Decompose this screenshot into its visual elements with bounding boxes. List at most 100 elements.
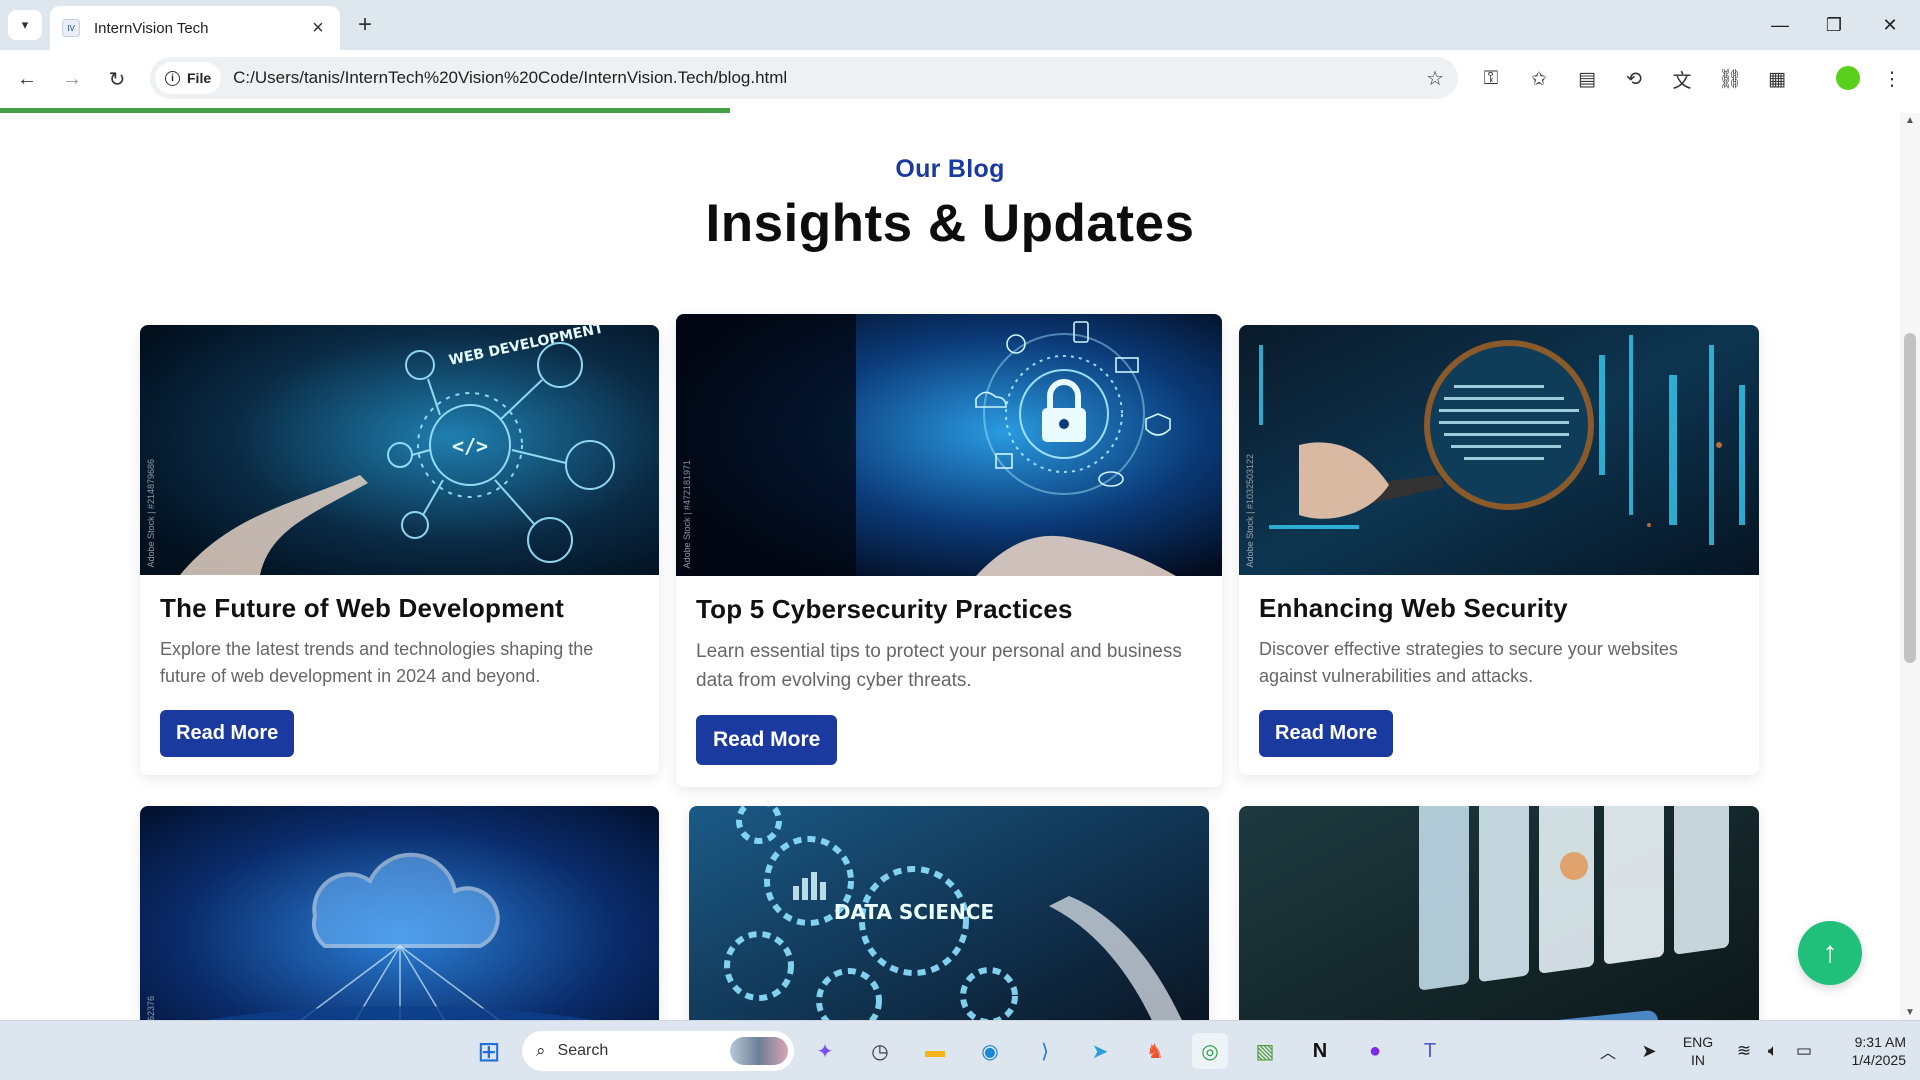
brave-browser-icon[interactable]: ♞ (1137, 1033, 1173, 1069)
language-indicator[interactable]: ENG IN (1678, 1033, 1718, 1069)
card-description: Discover effective strategies to secure … (1259, 639, 1678, 686)
cloud-illustration (140, 806, 659, 1020)
card-title: Enhancing Web Security (1259, 593, 1568, 623)
favorites-icon[interactable]: ✩ (1524, 64, 1554, 94)
edge-browser-icon[interactable]: ◉ (972, 1033, 1008, 1069)
tray-overflow-chevron-icon[interactable]: ︿ (1590, 1033, 1626, 1069)
web-security-illustration (1239, 325, 1759, 575)
blog-card-mobile-apps (1239, 806, 1759, 1020)
scroll-down-arrow-icon[interactable]: ▼ (1905, 1007, 1915, 1018)
read-more-button[interactable]: Read More (1259, 710, 1394, 757)
image-caption: DATA SCIENCE (834, 900, 994, 924)
language-line1: ENG (1682, 1034, 1714, 1050)
taskbar-search[interactable]: ⌕ Search (522, 1031, 794, 1071)
link-icon[interactable]: ⛓ (1715, 64, 1745, 94)
browser-tab-active[interactable]: IV InternVision Tech × (50, 6, 340, 50)
card-image-data-science: DATA SCIENCE (689, 806, 1209, 1020)
data-science-illustration: DATA SCIENCE (689, 806, 1209, 1020)
side-panel-icon[interactable]: ▦ (1762, 64, 1792, 94)
bookmark-star-icon[interactable]: ☆ (1426, 66, 1444, 91)
photos-app-icon[interactable]: ▧ (1247, 1033, 1283, 1069)
scheme-label: File (187, 70, 212, 86)
card-image-cloud: k | #507662376 (140, 806, 659, 1020)
read-more-button[interactable]: Read More (696, 715, 838, 765)
file-explorer-icon[interactable]: ▬ (917, 1033, 953, 1069)
canva-icon[interactable]: ● (1357, 1033, 1393, 1069)
site-info-chip[interactable]: i File (155, 62, 222, 94)
profile-avatar[interactable] (1836, 66, 1860, 90)
card-body: Top 5 Cybersecurity Practices Learn esse… (676, 576, 1222, 783)
clock-app-icon[interactable]: ◷ (862, 1033, 898, 1069)
reload-button[interactable]: ↻ (102, 64, 132, 94)
card-description: Explore the latest trends and technologi… (160, 639, 594, 686)
windows-start-icon[interactable]: ⊞ (471, 1033, 507, 1069)
minimize-button[interactable]: — (1752, 0, 1808, 50)
translate-icon[interactable]: 文 (1667, 64, 1697, 94)
address-bar[interactable]: i File C:/Users/tanis/InternTech%20Visio… (150, 57, 1458, 99)
cybersecurity-illustration (676, 314, 1222, 576)
browser-tabstrip: ▾ IV InternVision Tech × + — ❐ ✕ (0, 0, 1920, 50)
card-body: Enhancing Web Security Discover effectiv… (1239, 575, 1759, 775)
read-more-button[interactable]: Read More (160, 710, 295, 757)
telegram-icon[interactable]: ➤ (1082, 1033, 1118, 1069)
page-scrollbar[interactable]: ▲ ▼ (1900, 113, 1920, 1020)
web-development-illustration: </> WEB DEVELOPMENT (140, 325, 659, 575)
card-description: Learn essential tips to protect your per… (696, 641, 1182, 691)
stock-watermark: Adobe Stock | #472181971 (682, 459, 692, 568)
tab-list-button[interactable]: ▾ (8, 10, 42, 40)
blog-card-web-security: Adobe Stock | #1032503122 Enhancing Web … (1239, 325, 1759, 775)
teams-icon[interactable]: T (1412, 1033, 1448, 1069)
stock-watermark: Adobe Stock | #1032503122 (1245, 453, 1255, 567)
card-image-web-security: Adobe Stock | #1032503122 (1239, 325, 1759, 575)
svg-text:</>: </> (452, 434, 488, 458)
clock-date: 1/4/2025 (1851, 1052, 1907, 1068)
windows-taskbar: ⊞ ⌕ Search ✦ ◷ ▬ ◉ ⟩ ➤ ♞ ◎ ▧ N ● T ︿ ➤ E… (0, 1020, 1920, 1080)
back-button[interactable]: ← (12, 64, 42, 94)
search-highlight-image (730, 1037, 788, 1065)
info-icon: i (165, 70, 180, 86)
stock-watermark: k | #507662376 (146, 996, 156, 1020)
blog-card-cybersecurity: Adobe Stock | #472181971 Top 5 Cybersecu… (676, 314, 1222, 787)
chrome-browser-icon[interactable]: ◎ (1192, 1033, 1228, 1069)
new-tab-button[interactable]: + (350, 10, 380, 40)
blog-page: Our Blog Insights & Updates </> WEB DEVE… (0, 113, 1900, 1020)
language-line2: IN (1691, 1052, 1705, 1068)
section-eyebrow: Our Blog (895, 155, 1005, 183)
section-headline: Insights & Updates (705, 194, 1195, 253)
menu-kebab-icon[interactable]: ⋮ (1877, 64, 1907, 94)
blog-card-data-science: DATA SCIENCE (689, 806, 1209, 1020)
search-icon: ⌕ (536, 1041, 546, 1060)
forward-button[interactable]: → (57, 64, 87, 94)
stock-watermark: Adobe Stock | #214879686 (146, 458, 156, 567)
vscode-icon[interactable]: ⟩ (1027, 1033, 1063, 1069)
password-key-icon[interactable]: ⚿ (1476, 64, 1506, 94)
search-placeholder: Search (557, 1042, 609, 1059)
scroll-to-top-button[interactable]: ↑ (1798, 921, 1862, 985)
card-image-cybersecurity: Adobe Stock | #472181971 (676, 314, 1222, 576)
clock[interactable]: 9:31 AM 1/4/2025 (1826, 1033, 1907, 1069)
card-body: The Future of Web Development Explore th… (140, 575, 659, 775)
site-favicon-icon: IV (62, 19, 80, 37)
card-title: Top 5 Cybersecurity Practices (696, 594, 1073, 624)
browser-toolbar: ← → ↻ i File C:/Users/tanis/InternTech%2… (0, 50, 1920, 108)
card-title: The Future of Web Development (160, 593, 565, 623)
blog-card-cloud: k | #507662376 (140, 806, 659, 1020)
caption-line: DATA SCIENCE (834, 900, 994, 924)
copilot-icon[interactable]: ✦ (807, 1033, 843, 1069)
url-text[interactable]: C:/Users/tanis/InternTech%20Vision%20Cod… (233, 68, 1426, 88)
scroll-up-arrow-icon[interactable]: ▲ (1905, 115, 1915, 126)
restore-button[interactable]: ❐ (1806, 0, 1862, 50)
blog-card-web-development: </> WEB DEVELOPMENT Adobe Stock | #21487… (140, 325, 659, 775)
card-image-web-development: </> WEB DEVELOPMENT Adobe Stock | #21487… (140, 325, 659, 575)
battery-icon[interactable]: ▭ (1786, 1033, 1822, 1069)
scrollbar-thumb[interactable] (1904, 333, 1916, 663)
history-icon[interactable]: ⟲ (1619, 64, 1649, 94)
window-close-button[interactable]: ✕ (1862, 0, 1918, 50)
mobile-apps-illustration (1239, 806, 1759, 1020)
notion-icon[interactable]: N (1302, 1033, 1338, 1069)
tab-title: InternVision Tech (94, 19, 209, 37)
reading-list-icon[interactable]: ▤ (1572, 64, 1602, 94)
tab-close-icon[interactable]: × (308, 17, 328, 40)
clock-time: 9:31 AM (1854, 1034, 1906, 1050)
tray-telegram-icon[interactable]: ➤ (1631, 1033, 1667, 1069)
